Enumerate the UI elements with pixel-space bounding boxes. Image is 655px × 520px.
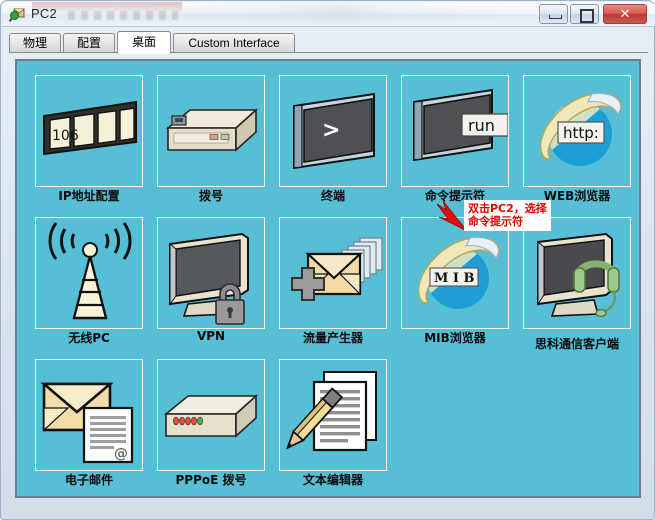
window-title: PC2 xyxy=(31,6,57,21)
maximize-button[interactable] xyxy=(570,4,599,24)
svg-text:M I B: M I B xyxy=(434,271,475,286)
desktop-item-label: 流量产生器 xyxy=(302,331,363,345)
desktop-item-mib-browser[interactable]: M I B MIB浏览器 xyxy=(401,217,511,346)
dial-up-modem-icon[interactable] xyxy=(157,75,265,187)
minimize-button[interactable] xyxy=(539,4,568,24)
command-prompt-icon[interactable]: run xyxy=(401,75,509,187)
desktop-item-label: 拨号 xyxy=(198,189,223,203)
svg-text:106: 106 xyxy=(52,128,79,144)
desktop-item-label: 文本编辑器 xyxy=(302,473,363,487)
desktop-item-cisco-ip-communicator[interactable]: 思科通信客户端 xyxy=(523,217,633,352)
desktop-item-command-prompt[interactable]: run 命令提示符 xyxy=(401,75,511,204)
desktop-item-label: IP地址配置 xyxy=(58,189,120,203)
tab-2[interactable]: 桌面 xyxy=(117,31,171,54)
desktop-item-dial-up-modem[interactable]: 拨号 xyxy=(157,75,267,204)
tab-underline xyxy=(9,52,648,53)
pppoe-dialup-icon[interactable] xyxy=(157,359,265,471)
desktop-item-text-editor[interactable]: 文本编辑器 xyxy=(279,359,389,488)
desktop-item-ip-configuration[interactable]: 106 IP地址配置 xyxy=(35,75,145,204)
desktop-item-label: VPN xyxy=(196,329,226,343)
svg-text:@: @ xyxy=(114,446,128,462)
title-ghost-text xyxy=(68,11,178,20)
email-icon[interactable]: @ xyxy=(35,359,143,471)
desktop-item-label: 电子邮件 xyxy=(64,473,113,487)
desktop-item-web-browser[interactable]: http: WEB浏览器 xyxy=(523,75,633,204)
desktop-item-vpn[interactable]: VPN xyxy=(157,217,267,343)
text-editor-icon[interactable] xyxy=(279,359,387,471)
wireless-pc-icon[interactable] xyxy=(35,217,143,329)
maximize-icon xyxy=(580,9,594,23)
terminal-monitor-icon[interactable]: > xyxy=(279,75,387,187)
annotation-callout: 双击PC2，选择 命令提示符 xyxy=(464,200,551,231)
traffic-generator-icon[interactable] xyxy=(279,217,387,329)
desktop-panel: 106 IP地址配置 拨号 > 终端 run 命令提示符 http: WEB浏览… xyxy=(15,59,641,498)
desktop-item-email[interactable]: @ 电子邮件 xyxy=(35,359,145,488)
tab-bar: 物理 配置 桌面 Custom Interface xyxy=(9,31,648,54)
desktop-item-pppoe-dialup[interactable]: PPPoE 拨号 xyxy=(157,359,267,488)
web-browser-icon[interactable]: http: xyxy=(523,75,631,187)
tab-3[interactable]: Custom Interface xyxy=(173,33,295,53)
annotation-line-1: 双击PC2，选择 xyxy=(468,202,547,215)
close-button[interactable]: ✕ xyxy=(603,4,647,24)
annotation-line-2: 命令提示符 xyxy=(468,215,523,228)
vpn-icon[interactable] xyxy=(157,217,265,329)
ip-configuration-icon[interactable]: 106 xyxy=(35,75,143,187)
desktop-item-label: 无线PC xyxy=(68,331,110,345)
tab-1[interactable]: 配置 xyxy=(63,33,115,53)
packet-tracer-icon xyxy=(8,6,26,23)
desktop-item-wireless-pc[interactable]: 无线PC xyxy=(35,217,145,346)
desktop-item-label: 思科通信客户端 xyxy=(534,337,619,351)
title-bar: PC2 ✕ xyxy=(2,2,655,27)
cisco-ip-communicator-icon[interactable] xyxy=(523,217,631,329)
svg-text:http:: http: xyxy=(563,124,599,142)
svg-text:>: > xyxy=(322,118,340,143)
svg-text:run: run xyxy=(468,116,495,135)
close-icon: ✕ xyxy=(619,6,631,21)
pc-desktop-window: PC2 ✕ 物理 配置 桌面 Custom Interface 106 IP地址配置 xyxy=(0,0,655,520)
desktop-item-label: MIB浏览器 xyxy=(424,331,486,345)
desktop-item-label: PPPoE 拨号 xyxy=(175,473,247,487)
desktop-item-terminal-monitor[interactable]: > 终端 xyxy=(279,75,389,204)
minimize-icon xyxy=(549,15,562,19)
desktop-item-label: 终端 xyxy=(320,189,345,203)
tab-0[interactable]: 物理 xyxy=(9,33,61,53)
desktop-icon-grid: 106 IP地址配置 拨号 > 终端 run 命令提示符 http: WEB浏览… xyxy=(17,61,639,496)
desktop-item-traffic-generator[interactable]: 流量产生器 xyxy=(279,217,389,346)
